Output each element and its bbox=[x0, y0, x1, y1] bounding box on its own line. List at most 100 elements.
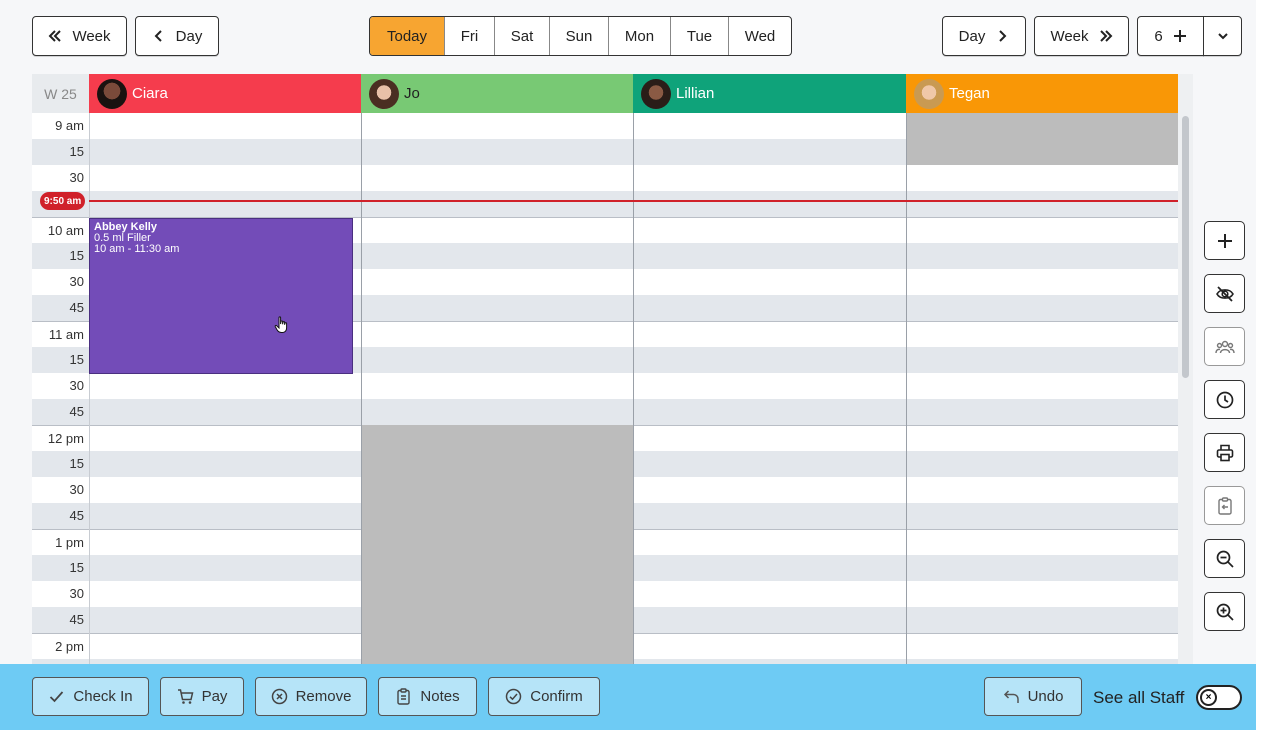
day-tab-tue[interactable]: Tue bbox=[671, 17, 729, 55]
chevron-down-icon bbox=[1217, 33, 1228, 40]
time-label: 15 bbox=[69, 144, 84, 159]
undo-icon bbox=[1003, 690, 1019, 703]
staff-group-button[interactable] bbox=[1204, 327, 1245, 366]
count-label: 6 bbox=[1154, 27, 1163, 45]
column-divider bbox=[906, 113, 907, 665]
next-week-button[interactable]: Week bbox=[1034, 16, 1129, 56]
staff-header-ciara[interactable]: Ciara bbox=[89, 74, 361, 113]
printer-icon bbox=[1216, 444, 1233, 461]
time-label: 15 bbox=[69, 456, 84, 471]
next-day-button[interactable]: Day bbox=[942, 16, 1026, 56]
pay-button[interactable]: Pay bbox=[160, 677, 244, 716]
time-slot-row[interactable] bbox=[32, 191, 1178, 217]
day-tab-mon[interactable]: Mon bbox=[609, 17, 671, 55]
cart-icon bbox=[177, 689, 194, 704]
confirm-button[interactable]: Confirm bbox=[488, 677, 600, 716]
options-dropdown-button[interactable] bbox=[1203, 16, 1242, 56]
current-time-badge: 9:50 am bbox=[40, 192, 86, 210]
check-in-button[interactable]: Check In bbox=[32, 677, 149, 716]
confirm-label: Confirm bbox=[530, 688, 583, 705]
group-icon bbox=[1214, 340, 1235, 353]
hand-cursor-icon bbox=[274, 316, 288, 333]
day-tab-fri[interactable]: Fri bbox=[445, 17, 495, 55]
prev-day-label: Day bbox=[175, 27, 203, 45]
day-tab-today[interactable]: Today bbox=[370, 17, 445, 55]
day-selector: Today Fri Sat Sun Mon Tue Wed bbox=[369, 16, 792, 56]
prev-day-button[interactable]: Day bbox=[135, 16, 219, 56]
eye-off-icon bbox=[1215, 285, 1234, 302]
staff-header-jo[interactable]: Jo bbox=[361, 74, 633, 113]
time-button[interactable] bbox=[1204, 380, 1245, 419]
day-tab-wed[interactable]: Wed bbox=[729, 17, 791, 55]
blocked-time-tegan bbox=[906, 113, 1178, 165]
time-slot-row[interactable]: 30 bbox=[32, 165, 1178, 191]
notes-icon bbox=[397, 688, 411, 705]
time-label: 12 pm bbox=[47, 431, 84, 446]
current-time-line bbox=[89, 200, 1178, 202]
appointment-card[interactable]: Abbey Kelly 0.5 ml Filler 10 am - 11:30 … bbox=[89, 218, 353, 374]
double-chevron-left-icon bbox=[49, 30, 62, 42]
clipboard-button[interactable] bbox=[1204, 486, 1245, 525]
time-label: 45 bbox=[69, 404, 84, 419]
next-day-label: Day bbox=[958, 27, 986, 45]
check-icon bbox=[50, 691, 64, 703]
vertical-scrollbar[interactable] bbox=[1178, 74, 1193, 665]
remove-button[interactable]: Remove bbox=[255, 677, 367, 716]
prev-week-button[interactable]: Week bbox=[32, 16, 127, 56]
avatar bbox=[641, 78, 671, 109]
time-label: 2 pm bbox=[55, 639, 84, 654]
day-tab-sat[interactable]: Sat bbox=[495, 17, 550, 55]
time-label: 15 bbox=[69, 352, 84, 367]
column-divider bbox=[633, 113, 634, 665]
time-label: 1 pm bbox=[55, 535, 84, 550]
blocked-time-jo bbox=[361, 425, 633, 665]
time-label: 15 bbox=[69, 560, 84, 575]
time-column-divider bbox=[89, 113, 90, 665]
time-label: 30 bbox=[69, 274, 84, 289]
time-slot-row[interactable]: 45 bbox=[32, 399, 1178, 425]
zoom-out-button[interactable] bbox=[1204, 539, 1245, 578]
staff-name: Ciara bbox=[132, 85, 168, 102]
clipboard-icon bbox=[1217, 496, 1232, 515]
remove-label: Remove bbox=[295, 688, 352, 705]
time-label: 45 bbox=[69, 612, 84, 627]
time-label: 15 bbox=[69, 248, 84, 263]
undo-label: Undo bbox=[1027, 688, 1064, 705]
staff-name: Jo bbox=[404, 85, 420, 102]
time-label: 10 am bbox=[47, 223, 84, 238]
circle-x-icon bbox=[271, 688, 287, 705]
zoom-out-icon bbox=[1216, 550, 1234, 568]
print-button[interactable] bbox=[1204, 433, 1245, 472]
time-label: 45 bbox=[69, 300, 84, 315]
time-label: 30 bbox=[69, 378, 84, 393]
day-tab-sun[interactable]: Sun bbox=[550, 17, 609, 55]
notes-button[interactable]: Notes bbox=[378, 677, 477, 716]
undo-button[interactable]: Undo bbox=[984, 677, 1082, 716]
action-bar: Check In Pay Remove Notes Confirm Undo S… bbox=[0, 664, 1256, 730]
pay-label: Pay bbox=[201, 688, 228, 705]
plus-icon bbox=[1217, 233, 1232, 248]
time-slot-row[interactable]: 30 bbox=[32, 373, 1178, 399]
zoom-in-icon bbox=[1216, 603, 1234, 621]
see-all-staff-toggle[interactable]: × bbox=[1196, 685, 1242, 710]
prev-week-label: Week bbox=[72, 27, 111, 45]
staff-name: Tegan bbox=[949, 85, 990, 102]
next-week-label: Week bbox=[1050, 27, 1089, 45]
time-label: 30 bbox=[69, 170, 84, 185]
avatar bbox=[914, 78, 944, 109]
add-count-button[interactable]: 6 bbox=[1137, 16, 1204, 56]
time-label: 11 am bbox=[48, 327, 84, 342]
staff-header-tegan[interactable]: Tegan bbox=[906, 74, 1178, 113]
staff-name: Lillian bbox=[676, 85, 715, 102]
add-appointment-button[interactable] bbox=[1204, 221, 1245, 260]
appointment-time: 10 am - 11:30 am bbox=[94, 243, 180, 255]
time-label: 30 bbox=[69, 586, 84, 601]
window-edge bbox=[1256, 0, 1261, 730]
staff-header-lillian[interactable]: Lillian bbox=[633, 74, 906, 113]
scrollbar-thumb[interactable] bbox=[1182, 116, 1189, 378]
see-all-staff-label: See all Staff bbox=[1093, 688, 1185, 707]
hide-button[interactable] bbox=[1204, 274, 1245, 313]
zoom-in-button[interactable] bbox=[1204, 592, 1245, 631]
notes-label: Notes bbox=[420, 688, 460, 705]
chevron-right-icon bbox=[999, 30, 1007, 42]
